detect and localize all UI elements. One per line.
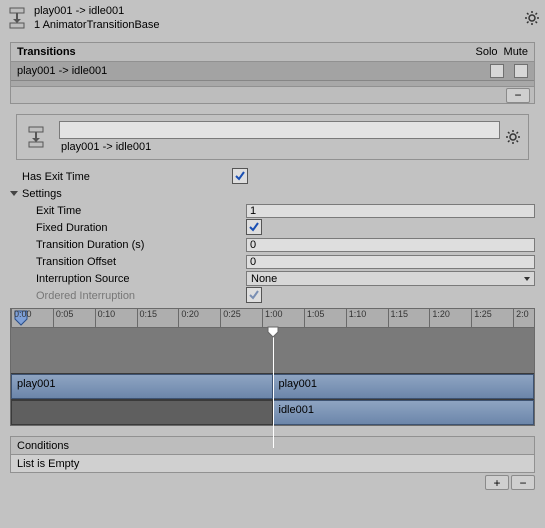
- interruption-source-row: Interruption Source None: [0, 270, 545, 287]
- ruler-tick: 0:20: [178, 309, 199, 327]
- ruler-tick: 0:15: [137, 309, 158, 327]
- playhead[interactable]: [273, 328, 274, 448]
- ruler-tick: 1:20: [429, 309, 450, 327]
- transitions-panel: Transitions Solo Mute play001 -> idle001…: [10, 42, 535, 104]
- selected-transition-box: play001 -> idle001: [16, 114, 529, 160]
- has-exit-time-label: Has Exit Time: [10, 171, 232, 183]
- transition-offset-label: Transition Offset: [10, 256, 246, 268]
- header-subtitle: 1 AnimatorTransitionBase: [34, 18, 525, 32]
- conditions-empty: List is Empty: [11, 455, 534, 472]
- mute-checkbox[interactable]: [514, 64, 528, 78]
- ruler-tick: 0:00: [11, 309, 32, 327]
- transition-timeline[interactable]: 0:00 0:05 0:10 0:15 0:20 0:25 1:00 1:05 1:10 1:15…: [10, 308, 535, 426]
- transition-icon: [25, 123, 47, 151]
- transition-name-input[interactable]: [59, 121, 500, 139]
- source-clip-b[interactable]: play001: [273, 374, 535, 399]
- selected-transition-label: play001 -> idle001: [53, 139, 506, 153]
- source-clip-a[interactable]: play001: [11, 374, 273, 399]
- ruler-tick: 1:15: [388, 309, 409, 327]
- ruler-tick: 0:05: [53, 309, 74, 327]
- interruption-source-label: Interruption Source: [10, 273, 246, 285]
- gear-icon[interactable]: [525, 11, 539, 25]
- transitions-header: Transitions Solo Mute: [11, 43, 534, 62]
- transition-icon: [6, 4, 28, 32]
- exit-time-label: Exit Time: [10, 205, 246, 217]
- has-exit-time-row: Has Exit Time: [0, 168, 545, 185]
- transition-offset-row: Transition Offset: [0, 253, 545, 270]
- ruler-tick: 1:25: [471, 309, 492, 327]
- settings-foldout[interactable]: Settings: [0, 185, 545, 202]
- transitions-footer: −: [11, 86, 534, 103]
- header-title: play001 -> idle001: [34, 4, 525, 18]
- header-text: play001 -> idle001 1 AnimatorTransitionB…: [34, 4, 525, 32]
- solo-label: Solo: [476, 46, 498, 58]
- ruler-tick: 0:25: [220, 309, 241, 327]
- exit-time-row: Exit Time: [0, 202, 545, 219]
- fixed-duration-checkbox[interactable]: [246, 219, 262, 235]
- mute-label: Mute: [504, 46, 528, 58]
- transition-offset-input[interactable]: [246, 255, 535, 269]
- gear-icon[interactable]: [506, 130, 520, 144]
- transition-item-label: play001 -> idle001: [17, 65, 480, 77]
- add-condition-button[interactable]: +: [485, 475, 509, 490]
- fixed-duration-label: Fixed Duration: [10, 222, 246, 234]
- transitions-title: Transitions: [17, 46, 476, 58]
- ordered-interruption-row: Ordered Interruption: [0, 287, 545, 304]
- ruler-tick: 1:10: [346, 309, 367, 327]
- solo-checkbox[interactable]: [490, 64, 504, 78]
- dest-clip[interactable]: idle001: [273, 400, 535, 425]
- ruler-tick: 0:10: [95, 309, 116, 327]
- dest-clip-empty: [11, 400, 273, 425]
- transition-duration-row: Transition Duration (s): [0, 236, 545, 253]
- exit-time-input[interactable]: [246, 204, 535, 218]
- settings-label: Settings: [22, 188, 62, 200]
- transition-duration-label: Transition Duration (s): [10, 239, 246, 251]
- ruler-tick: 2:0: [513, 309, 529, 327]
- transition-duration-input[interactable]: [246, 238, 535, 252]
- ordered-interruption-checkbox: [246, 287, 262, 303]
- playhead-marker-icon: [267, 326, 279, 338]
- fixed-duration-row: Fixed Duration: [0, 219, 545, 236]
- remove-condition-button[interactable]: −: [511, 475, 535, 490]
- remove-transition-button[interactable]: −: [506, 88, 530, 103]
- ruler-tick: 1:00: [262, 309, 283, 327]
- ordered-interruption-label: Ordered Interruption: [10, 290, 246, 302]
- timeline-tracks[interactable]: [11, 328, 534, 373]
- has-exit-time-checkbox[interactable]: [232, 168, 248, 184]
- inspector-header: play001 -> idle001 1 AnimatorTransitionB…: [0, 0, 545, 36]
- transition-list-item[interactable]: play001 -> idle001: [11, 62, 534, 80]
- interruption-source-dropdown[interactable]: None: [246, 271, 535, 286]
- foldout-arrow-icon: [10, 191, 18, 196]
- ruler-tick: 1:05: [304, 309, 325, 327]
